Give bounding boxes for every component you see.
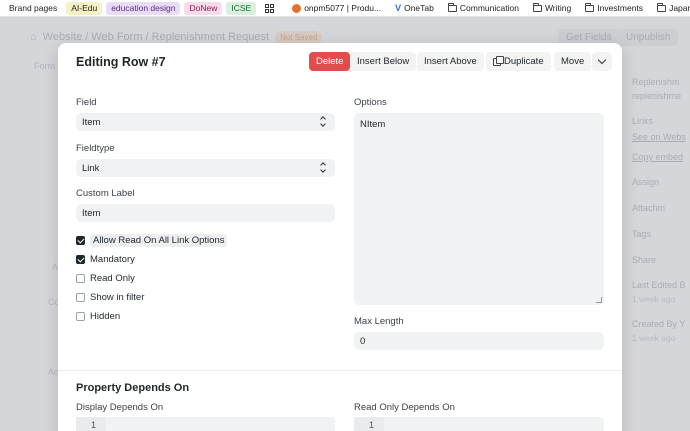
bookmark-investments[interactable]: Investments xyxy=(580,2,648,15)
chevron-down-icon xyxy=(597,55,607,65)
bookmark-investments-label: Investments xyxy=(597,2,644,13)
bookmark-ai-edu[interactable]: AI-Edu xyxy=(66,1,103,15)
read-only-depends-on-label: Read Only Depends On xyxy=(354,402,455,413)
max-length-label: Max Length xyxy=(354,316,404,327)
bookmark-brand-pages[interactable]: Brand pages xyxy=(4,2,62,15)
onpm-icon xyxy=(292,3,302,13)
checkbox-checked-icon[interactable] xyxy=(76,254,85,264)
fieldtype-select-value: Link xyxy=(82,162,100,174)
bookmark-communication[interactable]: Communication xyxy=(443,2,524,15)
display-depends-on-label: Display Depends On xyxy=(76,402,164,413)
section-divider xyxy=(58,370,622,371)
move-button[interactable]: Move xyxy=(554,52,592,71)
apps-grid-icon[interactable] xyxy=(260,3,279,14)
folder-icon xyxy=(585,2,595,12)
bookmark-communication-label: Communication xyxy=(459,2,519,13)
line-number: 1 xyxy=(354,417,384,431)
duplicate-label: Duplicate xyxy=(504,56,544,67)
resize-handle-icon[interactable] xyxy=(596,297,602,303)
insert-above-button[interactable]: Insert Above xyxy=(417,52,484,71)
checkbox-label: Allow Read On All Link Options xyxy=(90,233,228,247)
bookmark-icse[interactable]: ICSE xyxy=(226,1,257,15)
max-length-input[interactable]: 0 xyxy=(354,332,604,350)
fieldtype-label: Fieldtype xyxy=(76,143,115,154)
duplicate-button[interactable]: Duplicate xyxy=(486,52,551,71)
delete-button[interactable]: Delete xyxy=(309,52,351,71)
bookmark-onpm[interactable]: onpm5077 | Produ... xyxy=(287,2,386,15)
bookmark-japan-label: Japan xyxy=(669,2,690,13)
bookmark-writing[interactable]: Writing xyxy=(528,2,576,15)
line-number: 1 xyxy=(76,417,106,431)
options-label: Options xyxy=(354,97,387,108)
bookmark-donew[interactable]: DoNew xyxy=(184,1,223,15)
more-options-button[interactable] xyxy=(592,52,612,71)
field-label: Field xyxy=(76,97,97,108)
folder-icon xyxy=(657,2,667,12)
duplicate-icon xyxy=(493,55,504,66)
checkbox-show-in-filter[interactable]: Show in filter xyxy=(76,290,144,304)
checkbox-label: Show in filter xyxy=(90,291,145,303)
onetab-icon: V xyxy=(395,2,402,13)
folder-icon xyxy=(447,2,457,12)
checkbox-label: Hidden xyxy=(90,310,121,322)
custom-label-value: Item xyxy=(82,207,101,219)
options-value: NItem xyxy=(360,119,386,130)
checkbox-label: Mandatory xyxy=(90,253,135,265)
checkbox-checked-icon[interactable] xyxy=(76,235,85,245)
folder-icon xyxy=(532,2,542,12)
modal-title: Editing Row #7 xyxy=(76,55,166,69)
checkbox-unchecked-icon[interactable] xyxy=(76,273,85,283)
checkbox-allow-read-on-all-link-options[interactable]: Allow Read On All Link Options xyxy=(76,233,228,247)
select-arrows-icon xyxy=(320,116,326,128)
checkbox-mandatory[interactable]: Mandatory xyxy=(76,252,135,266)
custom-label-label: Custom Label xyxy=(76,188,135,199)
bookmark-japan[interactable]: Japan xyxy=(652,2,690,15)
edit-row-modal: Editing Row #7 Delete Insert Below Inser… xyxy=(58,43,622,431)
max-length-value: 0 xyxy=(360,335,366,347)
bookmark-onetab[interactable]: V OneTab xyxy=(390,2,439,15)
checkbox-label: Read Only xyxy=(90,272,135,284)
section-title: Property Depends On xyxy=(76,382,190,394)
modal-header: Editing Row #7 Delete Insert Below Inser… xyxy=(58,43,622,81)
options-textarea[interactable]: NItem xyxy=(354,113,604,305)
field-select[interactable]: Item xyxy=(76,113,335,131)
bookmarks-bar: Brand pages AI-Edu education design DoNe… xyxy=(0,0,690,17)
bookmark-education-design[interactable]: education design xyxy=(106,1,181,15)
custom-label-input[interactable]: Item xyxy=(76,204,335,222)
bookmark-onetab-label: OneTab xyxy=(404,2,434,13)
bookmark-writing-label: Writing xyxy=(544,2,572,13)
insert-below-button[interactable]: Insert Below xyxy=(350,52,417,71)
read-only-depends-on-editor[interactable]: 1 xyxy=(354,417,604,431)
select-arrows-icon xyxy=(320,162,326,174)
fieldtype-select[interactable]: Link xyxy=(76,159,335,177)
checkbox-read-only[interactable]: Read Only xyxy=(76,271,135,285)
checkbox-unchecked-icon[interactable] xyxy=(76,311,85,321)
checkbox-unchecked-icon[interactable] xyxy=(76,292,85,302)
bookmark-onpm-label: onpm5077 | Produ... xyxy=(304,2,382,13)
checkbox-hidden[interactable]: Hidden xyxy=(76,309,120,323)
field-select-value: Item xyxy=(82,116,101,128)
display-depends-on-editor[interactable]: 1 xyxy=(76,417,335,431)
